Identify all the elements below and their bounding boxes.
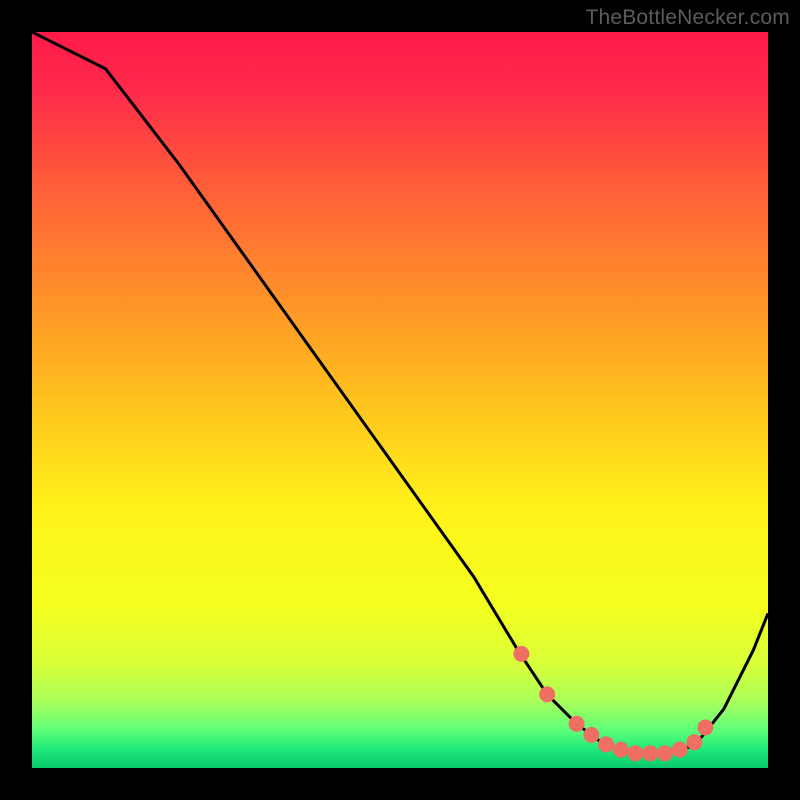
marker-dot — [513, 646, 529, 662]
marker-dot — [686, 734, 702, 750]
marker-dot — [613, 742, 629, 758]
chart-svg — [32, 32, 768, 768]
marker-dot — [598, 736, 614, 752]
marker-dot — [628, 745, 644, 761]
gradient-background — [32, 32, 768, 768]
attribution-text: TheBottleNecker.com — [585, 6, 790, 30]
marker-dot — [697, 720, 713, 736]
marker-dot — [539, 686, 555, 702]
marker-dot — [583, 727, 599, 743]
marker-dot — [642, 745, 658, 761]
marker-dot — [569, 716, 585, 732]
marker-dot — [657, 745, 673, 761]
chart-frame — [32, 32, 768, 768]
marker-dot — [672, 742, 688, 758]
